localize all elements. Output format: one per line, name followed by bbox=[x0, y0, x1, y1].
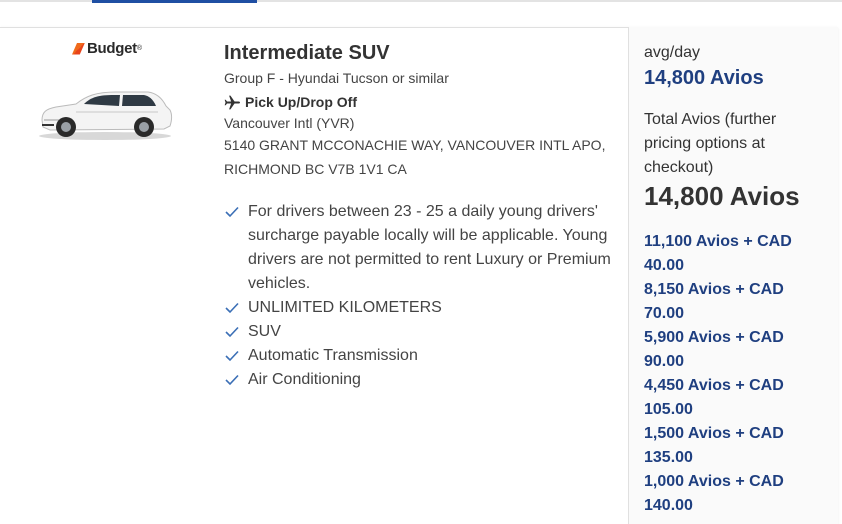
price-column: avg/day 14,800 Avios Total Avios (furthe… bbox=[628, 27, 838, 524]
feature-text: For drivers between 23 - 25 a daily youn… bbox=[248, 203, 611, 292]
pricing-option-link[interactable]: 11,100 Avios + CAD 40.00 bbox=[644, 230, 804, 278]
check-icon bbox=[225, 302, 239, 314]
feature-item: SUV bbox=[224, 320, 619, 344]
feature-item: For drivers between 23 - 25 a daily youn… bbox=[224, 200, 619, 296]
pickup-label: Pick Up/Drop Off bbox=[245, 94, 358, 110]
brand-trademark: ® bbox=[136, 45, 143, 52]
pricing-option-link[interactable]: 1,500 Avios + CAD 135.00 bbox=[644, 422, 804, 470]
active-tab-indicator bbox=[92, 0, 257, 3]
brand-name: Budget bbox=[87, 40, 137, 57]
feature-item: Air Conditioning bbox=[224, 368, 619, 392]
car-group: Group F - Hyundai Tucson or similar bbox=[224, 70, 449, 86]
avg-day-label: avg/day bbox=[644, 44, 701, 61]
location-name: Vancouver Intl (YVR) bbox=[224, 115, 355, 131]
feature-text: Automatic Transmission bbox=[248, 347, 418, 364]
car-image bbox=[39, 91, 172, 140]
total-avios-value: 14,800 Avios bbox=[644, 181, 800, 211]
check-icon bbox=[225, 326, 239, 338]
feature-item: UNLIMITED KILOMETERS bbox=[224, 296, 619, 320]
check-icon bbox=[225, 206, 239, 218]
pricing-option-link[interactable]: 4,450 Avios + CAD 105.00 bbox=[644, 374, 804, 422]
total-avios-label: Total Avios (further pricing options at … bbox=[644, 111, 777, 176]
check-icon bbox=[225, 374, 239, 386]
pricing-option-link[interactable]: 5,900 Avios + CAD 90.00 bbox=[644, 326, 804, 374]
pricing-options-list: 11,100 Avios + CAD 40.00 8,150 Avios + C… bbox=[644, 230, 834, 518]
car-title: Intermediate SUV bbox=[224, 42, 390, 64]
pricing-option-link[interactable]: 8,150 Avios + CAD 70.00 bbox=[644, 278, 804, 326]
budget-logo-mark-icon bbox=[69, 42, 86, 55]
plane-icon bbox=[224, 95, 240, 109]
pickup-row: Pick Up/Drop Off bbox=[224, 94, 357, 110]
feature-item: Automatic Transmission bbox=[224, 344, 619, 368]
check-icon bbox=[225, 350, 239, 362]
feature-text: SUV bbox=[248, 323, 281, 340]
location-address: 5140 GRANT MCCONACHIE WAY, VANCOUVER INT… bbox=[224, 137, 606, 177]
avg-day-value: 14,800 Avios bbox=[644, 67, 764, 89]
budget-logo: Budget ® bbox=[69, 40, 142, 57]
pricing-option-link[interactable]: 1,000 Avios + CAD 140.00 bbox=[644, 470, 804, 518]
feature-list: For drivers between 23 - 25 a daily youn… bbox=[224, 200, 619, 392]
feature-text: UNLIMITED KILOMETERS bbox=[248, 299, 442, 316]
feature-text: Air Conditioning bbox=[248, 371, 361, 388]
